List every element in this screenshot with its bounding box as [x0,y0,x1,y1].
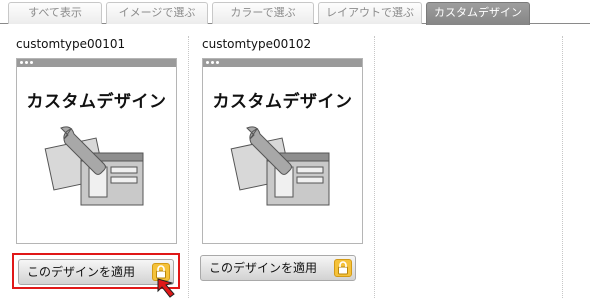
lock-icon [334,259,352,277]
thumbnail-window-bar [17,59,176,67]
tab-image[interactable]: イメージで選ぶ [106,2,208,24]
design-thumbnail[interactable]: カスタムデザイン [202,58,363,244]
apply-area: このデザインを適用 [198,253,366,289]
tab-all[interactable]: すべて表示 [8,2,102,24]
apply-button-label: このデザインを適用 [27,265,136,279]
wrench-icon [230,126,330,206]
design-selector: すべて表示 イメージで選ぶ カラーで選ぶ レイアウトで選ぶ カスタムデザイン c… [0,0,590,298]
tab-color[interactable]: カラーで選ぶ [212,2,314,24]
design-card: customtype00102 カスタムデザイン このデザインを適用 [200,36,372,298]
wrench-icon [44,126,144,206]
design-name: customtype00102 [202,37,312,51]
thumbnail-caption: カスタムデザイン [26,92,167,112]
column-divider [374,36,375,298]
column-divider [562,36,563,298]
apply-button-label: このデザインを適用 [209,261,318,275]
apply-design-button[interactable]: このデザインを適用 [18,259,174,285]
design-thumbnail[interactable]: カスタムデザイン [16,58,177,244]
thumbnail-window-bar [203,59,362,67]
apply-highlight: このデザインを適用 [12,253,180,298]
arrow-pointer-icon [157,278,175,298]
design-name: customtype00101 [16,37,126,51]
apply-design-button[interactable]: このデザインを適用 [200,255,356,281]
tab-custom-design[interactable]: カスタムデザイン [426,2,530,25]
column-divider [188,36,189,298]
design-card: customtype00101 カスタムデザイン このデザインを適用 [12,36,186,298]
thumbnail-caption: カスタムデザイン [212,92,353,112]
tab-layout[interactable]: レイアウトで選ぶ [318,2,422,24]
tab-bar: すべて表示 イメージで選ぶ カラーで選ぶ レイアウトで選ぶ カスタムデザイン [0,0,590,25]
